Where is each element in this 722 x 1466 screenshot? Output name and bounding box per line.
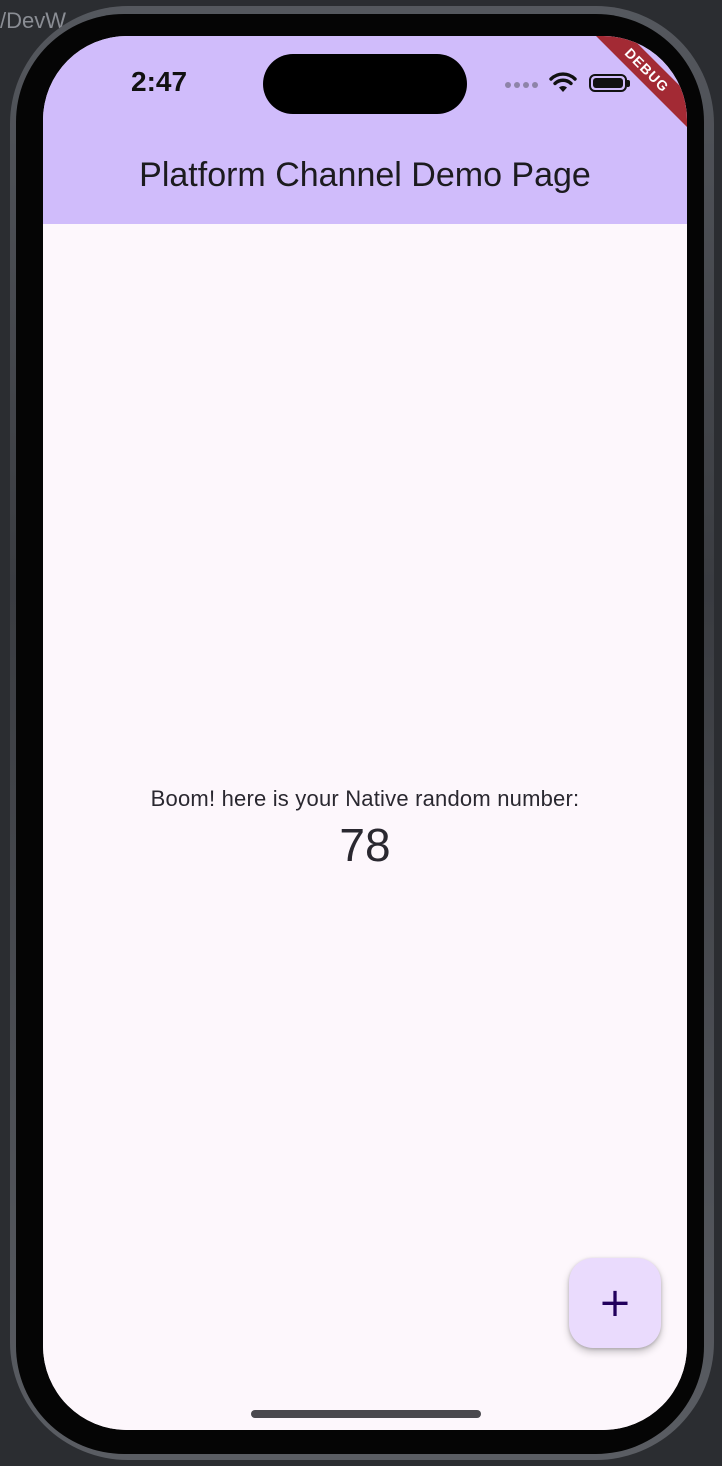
- status-time: 2:47: [131, 66, 188, 97]
- home-indicator[interactable]: [251, 1410, 481, 1418]
- app-screen: 2:47 DEBUG Platform Channel Demo Page Bo…: [43, 36, 687, 1430]
- app-bar: 2:47 DEBUG Platform Channel Demo Page: [43, 36, 687, 224]
- random-number-label: Boom! here is your Native random number:: [150, 786, 580, 811]
- main-content: Boom! here is your Native random number:…: [43, 224, 687, 1430]
- page-title: Platform Channel Demo Page: [139, 156, 591, 194]
- cellular-signal-icon: [505, 82, 538, 88]
- wifi-icon: [549, 72, 577, 92]
- battery-icon: [589, 74, 630, 92]
- plus-icon: +: [598, 1280, 632, 1326]
- random-number-value: 78: [339, 819, 391, 871]
- dynamic-island: [263, 54, 467, 114]
- add-fab-button[interactable]: +: [569, 1258, 661, 1348]
